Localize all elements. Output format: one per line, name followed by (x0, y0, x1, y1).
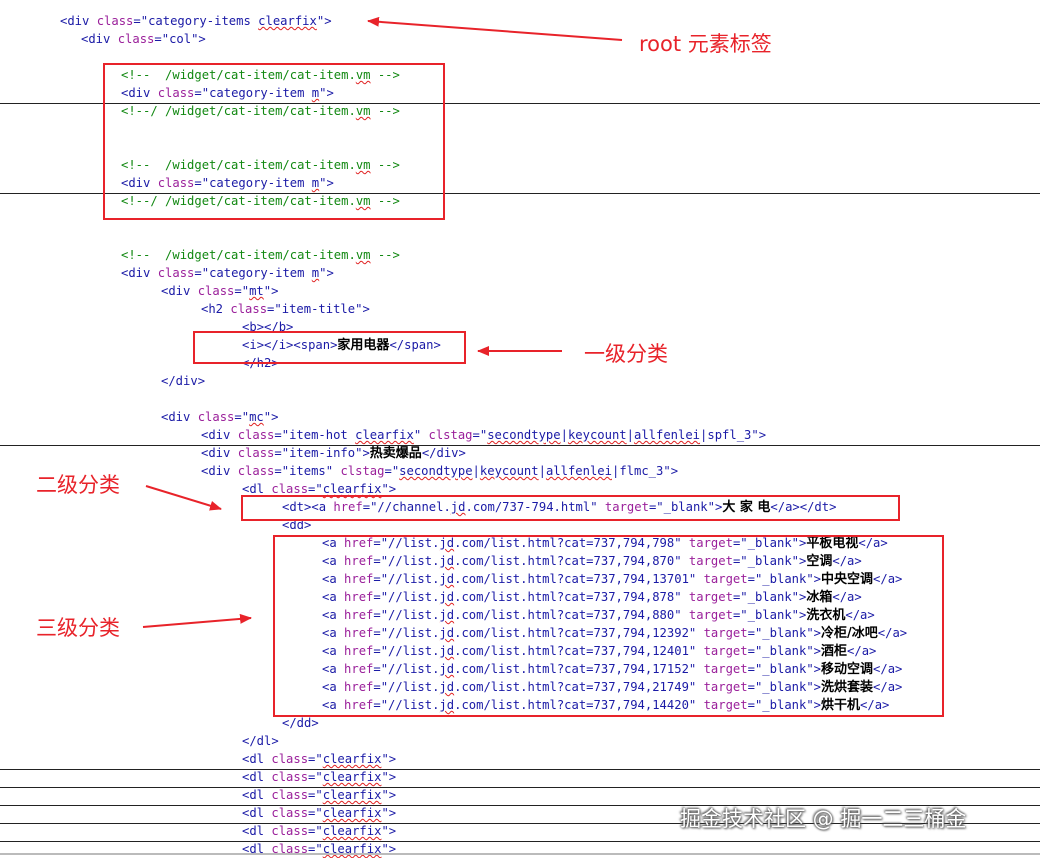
code-line: </dl> (242, 734, 279, 748)
code-line: <div class="mc"> (161, 410, 279, 424)
code-line: <div class="items" clstag="secondtype|ke… (201, 464, 679, 478)
separator-line (0, 853, 1040, 855)
code-line: <dl class="clearfix"> (242, 770, 397, 784)
watermark: 掘金技术社区 @ 掘一二三桶金 (680, 807, 967, 831)
highlight-box-level3 (273, 535, 944, 717)
blank-code-line (0, 228, 1040, 246)
code-line: <div class="col"> (81, 32, 206, 46)
code-line: </h2> (242, 356, 279, 370)
blank-code-line (0, 390, 1040, 408)
code-line: </div> (161, 374, 206, 388)
code-line: <dl class="clearfix"> (242, 842, 397, 856)
separator-line (0, 787, 1040, 788)
level3-label: 三级分类 (36, 616, 120, 640)
code-line: <h2 class="item-title"> (201, 302, 370, 316)
separator-line (0, 445, 1040, 446)
highlight-box-level1 (193, 331, 466, 364)
code-line: <!-- /widget/cat-item/cat-item.vm --> (121, 248, 400, 262)
level2-label: 二级分类 (36, 473, 120, 497)
level1-label: 一级分类 (584, 342, 668, 366)
code-line: <dl class="clearfix"> (242, 752, 397, 766)
root-label: root 元素标签 (639, 32, 772, 56)
code-line: <div class="category-items clearfix"> (60, 14, 332, 28)
separator-line (0, 841, 1040, 842)
code-line: <b></b> (242, 320, 294, 334)
code-line: <div class="item-hot clearfix" clstag="s… (201, 428, 767, 442)
code-line: <dl class="clearfix"> (242, 788, 397, 802)
code-line: <i></i><span>家用电器</span> (242, 338, 441, 353)
code-line: <div class="item-info">热卖爆品</div> (201, 446, 466, 461)
highlight-box-level2 (241, 495, 900, 521)
highlight-box-cat-items (103, 63, 445, 220)
code-line: <div class="mt"> (161, 284, 279, 298)
code-line: <div class="category-item m"> (121, 266, 334, 280)
separator-line (0, 769, 1040, 770)
